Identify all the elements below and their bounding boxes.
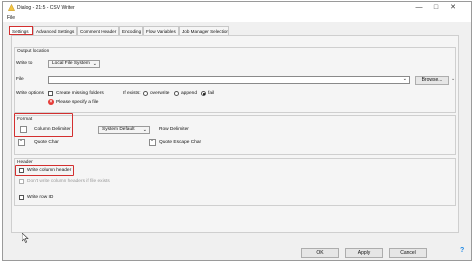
apply-button[interactable]: Apply (345, 248, 383, 258)
maximize-icon[interactable]: □ (428, 2, 444, 13)
dont-write-if-exists-label: Don't write column headers if file exist… (27, 179, 110, 184)
window-title: Dialog - 21:5 - CSV Writer (17, 5, 75, 11)
column-delimiter-input[interactable] (20, 126, 27, 133)
write-row-id-checkbox[interactable] (19, 195, 24, 200)
tab-flow-variables[interactable]: Flow Variables (143, 26, 179, 35)
fail-label: fail (208, 91, 215, 96)
write-options-label: Write options (16, 91, 44, 96)
file-history-chevron-icon[interactable]: ⌄ (403, 76, 407, 82)
close-icon[interactable]: ✕ (445, 2, 461, 13)
error-message: Please specify a file (56, 100, 99, 105)
create-missing-folders-checkbox[interactable] (48, 91, 53, 96)
tab-job-manager-selection[interactable]: Job Manager Selection (179, 26, 229, 35)
write-to-dropdown[interactable]: Local File System ⌄ (48, 60, 100, 68)
output-location-title: Output location (16, 49, 51, 54)
format-group (14, 115, 456, 155)
knime-warning-icon (8, 4, 15, 11)
ok-button[interactable]: OK (301, 248, 339, 258)
quote-escape-char-input[interactable]: " (149, 139, 156, 146)
file-input[interactable]: ⌄ (48, 76, 410, 84)
quote-char-label: Quote Char (34, 140, 59, 145)
menu-bar: File (3, 13, 471, 22)
row-delimiter-dropdown[interactable]: System Default ⌄ (98, 126, 150, 134)
error-icon: × (48, 99, 54, 105)
create-missing-folders-label: Create missing folders (56, 91, 104, 96)
chevron-down-icon: ⌄ (142, 127, 147, 133)
menu-file[interactable]: File (7, 15, 15, 21)
overwrite-label: overwrite (150, 91, 170, 96)
dialog-window: Dialog - 21:5 - CSV Writer — □ ✕ File Se… (2, 1, 472, 261)
quote-escape-char-label: Quote Escape Char (159, 140, 202, 145)
write-to-value: Local File System (52, 61, 90, 66)
tab-encoding[interactable]: Encoding (119, 26, 143, 35)
browse-button[interactable]: Browse... (415, 76, 449, 85)
quote-char-value: " (20, 140, 22, 145)
file-label: File (16, 77, 24, 82)
row-delimiter-value: System Default (102, 127, 135, 132)
mouse-cursor-icon (22, 233, 29, 243)
cancel-button[interactable]: Cancel (389, 248, 427, 258)
fail-radio[interactable] (201, 91, 206, 96)
write-to-label: Write to (16, 61, 33, 66)
overwrite-radio[interactable] (143, 91, 148, 96)
write-column-header-label: Write column header (27, 168, 72, 173)
if-exists-label: If exists: (123, 91, 141, 96)
minimize-icon[interactable]: — (411, 2, 427, 13)
file-options-chevron-icon[interactable]: ⌄ (451, 76, 455, 82)
chevron-down-icon: ⌄ (92, 61, 97, 67)
write-column-header-checkbox[interactable] (19, 168, 24, 173)
quote-char-input[interactable]: " (18, 139, 25, 146)
settings-panel: Output location Write to Local File Syst… (11, 35, 459, 233)
append-radio[interactable] (174, 91, 179, 96)
quote-escape-char-value: " (151, 140, 153, 145)
column-delimiter-label: Column Delimiter (34, 127, 71, 132)
tab-settings[interactable]: Settings (9, 26, 33, 35)
title-bar[interactable]: Dialog - 21:5 - CSV Writer — □ ✕ (3, 2, 471, 13)
append-label: append (181, 91, 198, 96)
tab-advanced-settings[interactable]: Advanced Settings (33, 26, 77, 35)
tab-comment-header[interactable]: Comment Header (77, 26, 119, 35)
tab-bar: Settings Advanced Settings Comment Heade… (3, 26, 471, 35)
format-highlight (14, 113, 73, 137)
dont-write-if-exists-checkbox[interactable] (19, 179, 24, 184)
row-delimiter-label: Row Delimiter (159, 127, 189, 132)
write-row-id-label: Write row ID (27, 195, 54, 200)
help-icon[interactable]: ? (460, 247, 464, 254)
